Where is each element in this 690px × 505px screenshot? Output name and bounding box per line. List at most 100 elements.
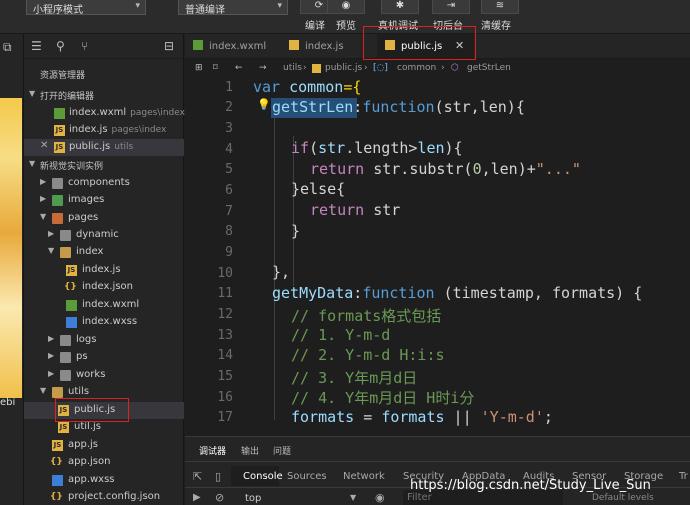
- tab-label: index.wxml: [209, 41, 267, 52]
- open-editor-item[interactable]: index.wxml pages\index: [24, 105, 185, 122]
- line-number: 16: [217, 390, 233, 405]
- tree-file[interactable]: {} project.config.json: [24, 489, 184, 505]
- simulator-image: [0, 98, 22, 398]
- close-icon[interactable]: ✕: [455, 39, 464, 52]
- sidebar-toggle-icon[interactable]: ▶: [193, 492, 201, 503]
- wxml-file-icon: [193, 40, 203, 50]
- list-icon[interactable]: ☰: [31, 39, 42, 53]
- tree-label: app.js: [68, 439, 98, 450]
- tree-file[interactable]: index.wxml: [24, 297, 184, 314]
- simulator-text: ebi: [0, 397, 16, 408]
- branch-icon[interactable]: ⑂: [81, 39, 88, 53]
- forward-icon[interactable]: →: [259, 63, 267, 73]
- back-icon[interactable]: ←: [235, 63, 243, 73]
- tree-file[interactable]: JS index.js: [24, 262, 184, 279]
- mobile-icon[interactable]: ▯: [215, 470, 221, 483]
- tab-console[interactable]: Console: [243, 471, 283, 482]
- tree-label: app.wxss: [68, 474, 115, 485]
- line-number: 3: [225, 121, 233, 136]
- tab-network[interactable]: Network: [343, 471, 385, 482]
- indent-guide: [293, 136, 294, 286]
- lightbulb-icon[interactable]: 💡: [257, 98, 271, 111]
- tab-output[interactable]: 输出: [241, 444, 259, 457]
- search-icon[interactable]: ⚲: [56, 39, 65, 53]
- chevron-right-icon: ▶: [48, 229, 55, 238]
- open-editors-header[interactable]: ▼ 打开的编辑器: [24, 87, 184, 104]
- json-file-icon: {}: [50, 492, 63, 502]
- chevron-right-icon: ▶: [40, 194, 47, 203]
- line-number: 2: [225, 100, 233, 115]
- code-line: return str.substr(0,len)+"...": [310, 160, 581, 178]
- clear-cache-button[interactable]: ≋: [481, 0, 519, 14]
- js-file-icon: JS: [54, 125, 65, 136]
- remote-debug-button[interactable]: ✱: [381, 0, 419, 14]
- open-editor-path: utils: [114, 142, 134, 152]
- collapse-icon[interactable]: ⊟: [164, 39, 174, 53]
- tab-more[interactable]: Tr: [679, 471, 688, 482]
- bookmark-ribbon-icon[interactable]: ⌑: [213, 63, 218, 73]
- tab-index-js[interactable]: index.js: [289, 34, 369, 59]
- tree-folder[interactable]: ▶ components: [24, 175, 184, 192]
- line-number: 4: [225, 142, 233, 157]
- js-file-icon: JS: [58, 422, 69, 433]
- tree-file[interactable]: {} app.json: [24, 454, 184, 471]
- clear-icon[interactable]: ⊘: [215, 491, 224, 504]
- bug-icon: ✱: [395, 0, 405, 11]
- breadcrumb-file[interactable]: public.js: [325, 63, 362, 73]
- line-number: 11: [217, 286, 233, 301]
- inspect-icon[interactable]: ⇱: [193, 470, 202, 483]
- eye-icon[interactable]: ◉: [375, 491, 385, 504]
- code-editor[interactable]: 💡 1 2 3 4 5 6 7 8 9 10 11 12 13 14 15 16…: [185, 78, 690, 435]
- tree-file[interactable]: index.wxss: [24, 314, 184, 331]
- tree-file[interactable]: JS app.js: [24, 437, 184, 454]
- project-label: 新视觉实训实例: [40, 162, 104, 172]
- preview-button[interactable]: ◉: [327, 0, 365, 14]
- tree-folder[interactable]: ▶ logs: [24, 332, 184, 349]
- chevron-right-icon: ▶: [40, 177, 47, 186]
- chevron-right-icon: ›: [303, 63, 307, 73]
- tree-file[interactable]: JS util.js: [24, 419, 184, 436]
- tree-folder[interactable]: ▶ dynamic: [24, 227, 184, 244]
- tree-folder[interactable]: ▶ images: [24, 192, 184, 209]
- breadcrumb-symbol[interactable]: common: [397, 63, 436, 73]
- tab-sources[interactable]: Sources: [287, 471, 327, 482]
- tree-folder[interactable]: ▼ utils: [24, 384, 184, 401]
- compile-dropdown[interactable]: 普通编译 ▾: [178, 0, 288, 16]
- copy-icon[interactable]: ⧉: [3, 40, 12, 55]
- tree-file-selected[interactable]: JS public.js: [24, 402, 184, 419]
- tab-public-js[interactable]: public.js ✕: [377, 34, 474, 59]
- project-header[interactable]: ▼ 新视觉实训实例: [24, 157, 184, 174]
- breadcrumb-folder[interactable]: utils: [283, 63, 302, 73]
- open-editor-item[interactable]: ✕ JS public.js utils: [24, 139, 184, 156]
- tab-index-wxml[interactable]: index.wxml: [193, 34, 285, 59]
- tree-folder[interactable]: ▶ ps: [24, 349, 184, 366]
- method-icon: ⬡: [451, 63, 459, 73]
- tree-file[interactable]: app.wxss: [24, 472, 184, 489]
- context-select[interactable]: top: [245, 493, 261, 504]
- folder-icon: [52, 178, 63, 189]
- indent-guide: [274, 100, 275, 420]
- tree-folder[interactable]: ▼ index: [24, 244, 184, 261]
- bookmark-icon[interactable]: ⊞: [195, 63, 203, 73]
- wxml-file-icon: [54, 108, 65, 119]
- line-number: 9: [225, 245, 233, 260]
- tree-folder[interactable]: ▶ works: [24, 367, 184, 384]
- tab-debugger[interactable]: 调试器: [199, 444, 226, 457]
- tree-file[interactable]: {} index.json: [24, 279, 184, 296]
- line-number: 13: [217, 328, 233, 343]
- chevron-down-icon: ▼: [40, 212, 47, 221]
- open-editor-item[interactable]: JS index.js pages\index: [24, 122, 184, 139]
- close-icon[interactable]: ✕: [40, 140, 48, 151]
- json-file-icon: {}: [64, 282, 77, 292]
- wxss-file-icon: [52, 475, 63, 486]
- open-editor-name: public.js: [69, 141, 111, 152]
- breadcrumb-method[interactable]: getStrLen: [467, 63, 511, 73]
- background-button[interactable]: ⇥: [432, 0, 470, 14]
- tree-folder[interactable]: ▼ pages: [24, 210, 184, 227]
- levels-select[interactable]: Default levels: [592, 493, 654, 503]
- open-editor-name: index.js: [69, 124, 108, 135]
- mode-dropdown[interactable]: 小程序模式 ▾: [26, 0, 146, 16]
- tab-problems[interactable]: 问题: [273, 444, 291, 457]
- open-editor-path: pages\index: [130, 108, 185, 118]
- line-number: 5: [225, 162, 233, 177]
